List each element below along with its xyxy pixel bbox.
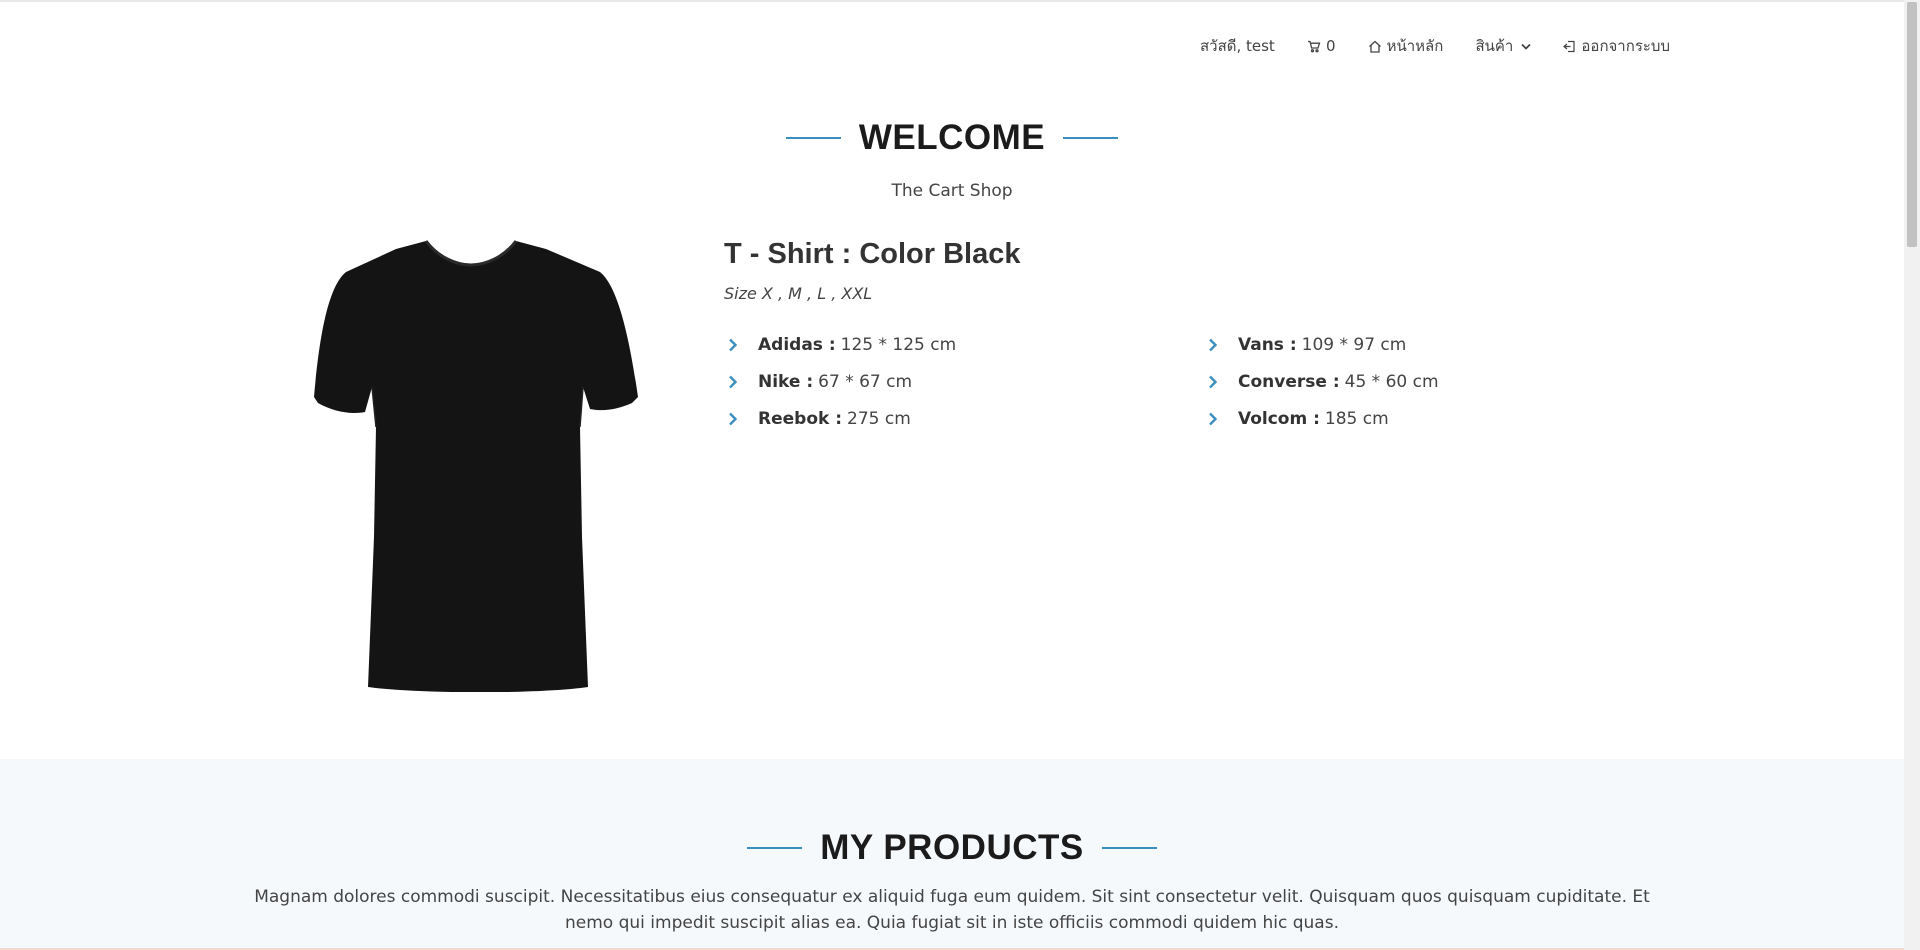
chevron-right-icon xyxy=(1208,375,1238,389)
nav-products-dropdown[interactable]: สินค้า xyxy=(1475,34,1531,58)
nav-cart[interactable]: 0 xyxy=(1307,37,1336,55)
spec-brand: Adidas : xyxy=(758,334,836,355)
product-title: T - Shirt : Color Black xyxy=(724,238,1021,270)
logout-icon xyxy=(1563,40,1576,53)
heading-line-right xyxy=(1101,847,1157,849)
products-heading: MY PRODUCTS xyxy=(0,828,1904,868)
product-sizes: Size X , M , L , XXL xyxy=(724,284,873,303)
spec-item: Converse : 45 * 60 cm xyxy=(1208,363,1439,400)
scrollbar-thumb[interactable] xyxy=(1907,2,1917,247)
chevron-right-icon xyxy=(728,412,758,426)
nav-home[interactable]: หน้าหลัก xyxy=(1368,34,1444,58)
spec-value: 185 cm xyxy=(1324,408,1389,429)
spec-value: 125 * 125 cm xyxy=(840,334,957,355)
nav-products-label: สินค้า xyxy=(1475,37,1514,55)
spec-brand: Reebok : xyxy=(758,408,843,429)
chevron-down-icon xyxy=(1521,43,1531,50)
welcome-subtitle: The Cart Shop xyxy=(891,181,1013,201)
page-scrollbar[interactable] xyxy=(1904,0,1920,950)
nav-home-label: หน้าหลัก xyxy=(1386,37,1444,55)
chevron-right-icon xyxy=(728,375,758,389)
spec-value: 67 * 67 cm xyxy=(818,371,913,392)
welcome-title: WELCOME xyxy=(858,118,1046,157)
spec-item: Reebok : 275 cm xyxy=(728,400,956,437)
chevron-right-icon xyxy=(1208,338,1238,352)
heading-line-left xyxy=(747,847,803,849)
spec-brand: Converse : xyxy=(1238,371,1340,392)
welcome-heading: WELCOME xyxy=(0,118,1904,158)
spec-brand: Nike : xyxy=(758,371,814,392)
navbar: สวัสดี, test 0 หน้าหลัก สินค้า ออกจากระบ… xyxy=(1200,30,1670,62)
cart-icon xyxy=(1307,40,1321,53)
spec-value: 109 * 97 cm xyxy=(1301,334,1407,355)
spec-item: Vans : 109 * 97 cm xyxy=(1208,326,1439,363)
heading-line-right xyxy=(1063,137,1119,139)
spec-list-right: Vans : 109 * 97 cm Converse : 45 * 60 cm… xyxy=(1208,326,1439,437)
product-image-tshirt xyxy=(278,237,664,693)
nav-logout[interactable]: ออกจากระบบ xyxy=(1563,34,1670,58)
products-description: Magnam dolores commodi suscipit. Necessi… xyxy=(254,887,1650,933)
chevron-right-icon xyxy=(728,338,758,352)
spec-item: Volcom : 185 cm xyxy=(1208,400,1439,437)
top-border xyxy=(0,0,1904,2)
products-title: MY PRODUCTS xyxy=(820,828,1084,867)
spec-list-left: Adidas : 125 * 125 cm Nike : 67 * 67 cm … xyxy=(728,326,956,437)
home-icon xyxy=(1368,40,1382,53)
nav-logout-label: ออกจากระบบ xyxy=(1581,37,1670,55)
chevron-right-icon xyxy=(1208,412,1238,426)
nav-greeting: สวัสดี, test xyxy=(1200,37,1275,55)
spec-value: 275 cm xyxy=(847,408,911,429)
spec-item: Nike : 67 * 67 cm xyxy=(728,363,956,400)
spec-brand: Volcom : xyxy=(1238,408,1320,429)
spec-item: Adidas : 125 * 125 cm xyxy=(728,326,956,363)
spec-value: 45 * 60 cm xyxy=(1344,371,1439,392)
heading-line-left xyxy=(785,137,841,139)
spec-brand: Vans : xyxy=(1238,334,1297,355)
cart-count: 0 xyxy=(1325,37,1336,55)
